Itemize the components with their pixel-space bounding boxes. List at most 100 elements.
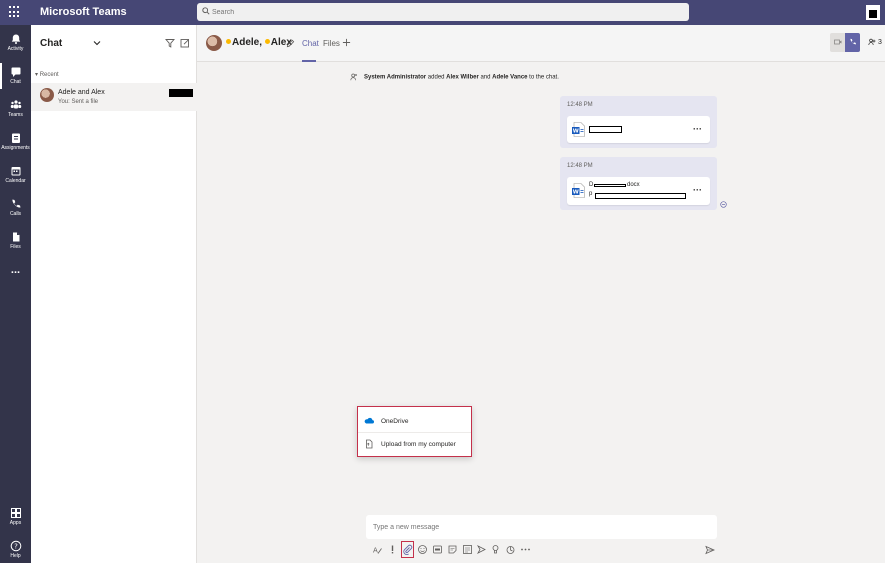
emoji-button[interactable]	[417, 544, 428, 555]
conversation-header: Adele, Alex Chat Files 3	[197, 25, 885, 62]
redacted-file-name	[589, 126, 622, 133]
profile-avatar[interactable]	[866, 5, 880, 20]
new-chat-icon[interactable]	[180, 38, 190, 48]
meet-now-button[interactable]	[462, 544, 473, 555]
send-icon[interactable]	[705, 545, 715, 555]
file-name-suffix: docx	[627, 182, 640, 188]
filter-icon[interactable]	[165, 38, 175, 48]
chat-name: Adele and Alex	[58, 89, 105, 96]
chat-preview: You: Sent a file	[58, 99, 99, 105]
more-options-icon[interactable]: ···	[693, 125, 702, 134]
appbar-item-calendar[interactable]: Calendar	[0, 160, 31, 190]
attach-button[interactable]	[401, 541, 414, 558]
search-icon	[202, 7, 210, 15]
file-attachment-card[interactable]: W ···	[567, 116, 710, 143]
app-title: Microsoft Teams	[40, 6, 127, 18]
word-file-icon: W	[572, 122, 585, 137]
participants-button[interactable]: 3	[868, 38, 882, 46]
schedule-icon	[463, 545, 472, 554]
appbar-label: Assignments	[1, 145, 30, 151]
people-icon	[868, 38, 876, 46]
sticker-icon	[448, 545, 457, 554]
appbar-item-activity[interactable]: Activity	[0, 28, 31, 58]
video-camera-icon	[834, 39, 842, 45]
search-input[interactable]	[212, 5, 672, 19]
appbar-item-calls[interactable]: Calls	[0, 193, 31, 223]
file-attachment-card[interactable]: W D docx p ···	[567, 177, 710, 205]
appbar-label: Activity	[7, 46, 24, 52]
svg-text:W: W	[573, 129, 579, 135]
appbar-label: Apps	[9, 520, 22, 526]
add-tab-icon[interactable]	[342, 38, 351, 47]
appbar-item-help[interactable]: ? Help	[0, 535, 31, 563]
appbar-label: Chat	[10, 79, 21, 85]
appbar-item-teams[interactable]: Teams	[0, 94, 31, 124]
phone-icon	[11, 199, 20, 208]
sticker-button[interactable]	[447, 544, 458, 555]
appbar-item-files[interactable]: Files	[0, 226, 31, 256]
message-input[interactable]	[373, 521, 703, 533]
conversation-title: Adele, Alex	[226, 37, 292, 48]
message-timestamp: 12:48 PM	[567, 163, 593, 169]
chat-pane-title[interactable]: Chat	[40, 38, 62, 49]
attach-upload-option[interactable]: Upload from my computer	[358, 433, 471, 455]
gif-icon	[433, 545, 442, 554]
attach-menu: OneDrive Upload from my computer	[357, 406, 472, 457]
appbar-label: Calendar	[5, 178, 26, 184]
apps-icon	[10, 508, 21, 518]
gif-button[interactable]	[432, 544, 443, 555]
app-launcher-icon[interactable]	[9, 6, 21, 18]
appbar-label: Files	[10, 244, 21, 250]
compose-toolbar: A	[366, 541, 717, 559]
stream-button[interactable]	[476, 544, 487, 555]
upload-file-icon	[366, 439, 373, 449]
loop-icon	[506, 546, 515, 554]
more-options-icon[interactable]: ···	[693, 186, 702, 195]
avatar	[40, 88, 54, 102]
app-bar: Activity Chat Teams Assignments Calendar…	[0, 25, 31, 563]
lightbulb-icon	[492, 545, 499, 554]
praise-button[interactable]	[490, 544, 501, 555]
appbar-item-more[interactable]: ...	[0, 259, 31, 289]
participant-count: 3	[877, 38, 882, 46]
word-file-icon: W	[572, 183, 585, 198]
attach-onedrive-option[interactable]: OneDrive	[358, 410, 471, 432]
appbar-label: Teams	[8, 112, 23, 118]
system-message: System Administrator added Alex Wilber a…	[350, 73, 559, 81]
status-away-icon	[264, 39, 270, 45]
more-apps-button[interactable]	[520, 544, 531, 555]
search-box[interactable]	[197, 3, 689, 21]
chat-list-pane: Chat ▾ Recent Adele and Alex You: Sent a…	[31, 25, 197, 563]
svg-text:A: A	[373, 547, 378, 555]
paperclip-icon	[403, 544, 413, 555]
chat-message[interactable]: 12:48 PM W D docx p ···	[560, 157, 717, 210]
file-name-prefix: D	[589, 182, 594, 188]
appbar-label: Calls	[9, 211, 22, 217]
svg-text:?: ?	[14, 543, 18, 551]
priority-button[interactable]	[387, 544, 398, 555]
tab-files[interactable]: Files	[323, 39, 340, 48]
appbar-item-assignments[interactable]: Assignments	[0, 127, 31, 157]
teams-icon	[10, 100, 21, 109]
files-icon	[12, 232, 19, 242]
chat-message[interactable]: 12:48 PM W ···	[560, 96, 717, 148]
assignments-icon	[11, 133, 20, 143]
seen-receipt-icon	[720, 201, 727, 208]
appbar-item-chat[interactable]: Chat	[0, 61, 31, 91]
file-path-prefix: p	[589, 191, 593, 197]
video-call-button[interactable]	[830, 33, 845, 52]
tab-chat[interactable]: Chat	[302, 39, 319, 48]
loop-button[interactable]	[505, 544, 516, 555]
compose-box[interactable]	[366, 515, 717, 539]
audio-call-button[interactable]	[845, 33, 860, 52]
recent-section-label[interactable]: ▾ Recent	[35, 71, 59, 78]
stream-icon	[476, 545, 486, 554]
chevron-down-icon[interactable]	[93, 40, 101, 46]
phone-icon	[850, 38, 856, 45]
svg-text:W: W	[573, 190, 579, 196]
appbar-item-apps[interactable]: Apps	[0, 502, 31, 532]
active-tab-indicator	[302, 60, 316, 62]
format-button[interactable]: A	[372, 544, 383, 555]
chat-list-item[interactable]: Adele and Alex You: Sent a file	[31, 83, 197, 111]
edit-pencil-icon[interactable]	[286, 39, 295, 48]
